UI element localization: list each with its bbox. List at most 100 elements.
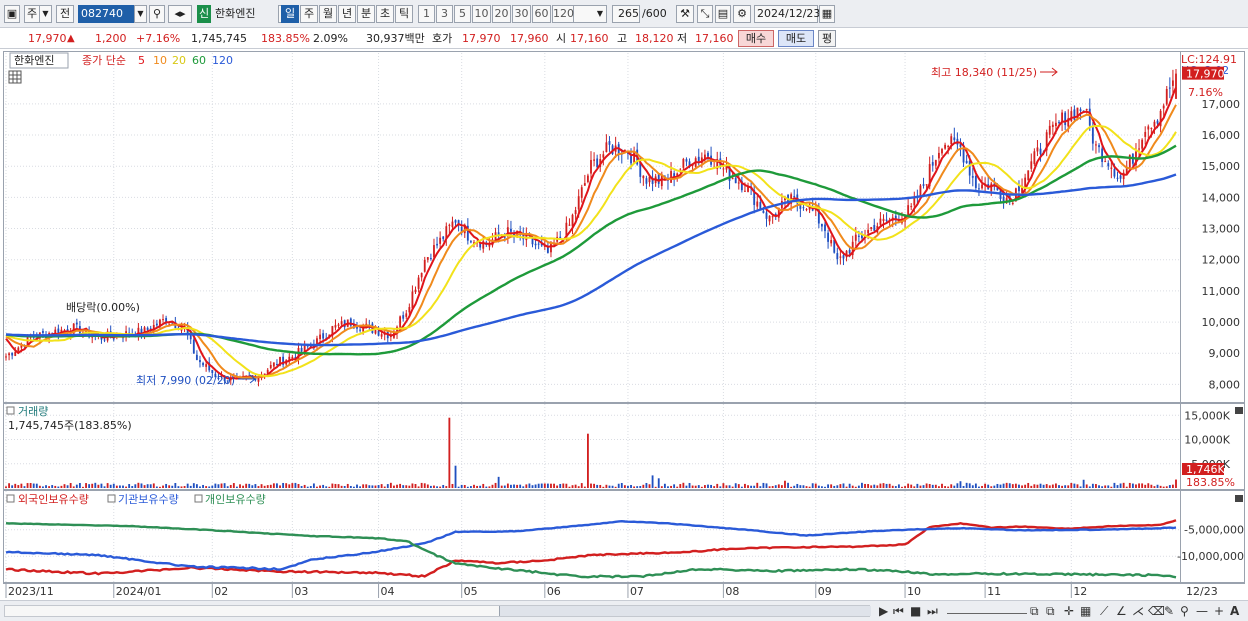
period-button[interactable]: 틱	[395, 5, 413, 23]
period-button[interactable]: 일	[281, 5, 299, 23]
volume-bar	[423, 483, 426, 488]
volume-panel-icon[interactable]	[6, 406, 15, 415]
volume-bar	[1141, 483, 1144, 488]
scroll-bar[interactable]: ▶ ⏮ ■ ⏭ ⧉ ⧉ ✛ ▦ ⟋ ∠ ⋌ ⌫ ✎ ⚲ — + A	[0, 600, 1248, 621]
ma-legend-10: 10	[153, 54, 167, 67]
volume-panel[interactable]	[3, 403, 1245, 490]
interval-button[interactable]: 5	[454, 5, 471, 23]
legend-individual-icon[interactable]	[194, 494, 203, 503]
volume-bar	[14, 483, 17, 488]
interval-button[interactable]: 1	[418, 5, 435, 23]
candle-body	[1033, 151, 1036, 165]
grid-icon[interactable]: ▦	[1080, 604, 1091, 619]
tools-icon[interactable]: ⚒	[676, 5, 694, 23]
table-icon[interactable]	[8, 70, 22, 84]
period-button[interactable]: 년	[338, 5, 356, 23]
interval-button[interactable]: 20	[492, 5, 511, 23]
volume-bar	[559, 483, 562, 488]
volume-bar	[23, 486, 26, 488]
search-icon[interactable]: ⚲	[149, 5, 165, 23]
candle-body	[202, 362, 204, 366]
volume-panel-menu-icon[interactable]	[1235, 407, 1243, 414]
period-count-dropdown[interactable]: ▼	[571, 5, 607, 23]
period-button[interactable]: 분	[357, 5, 375, 23]
count-input[interactable]: 265	[612, 5, 640, 23]
interval-button[interactable]: 120	[552, 5, 574, 23]
sell-button[interactable]: 매도	[778, 30, 814, 47]
font-size-icon[interactable]: A	[1230, 604, 1239, 619]
last-pct-tag: 7.16%	[1188, 86, 1223, 99]
candle-body	[272, 362, 275, 367]
interval-button[interactable]: 3	[436, 5, 453, 23]
prev-button[interactable]: 전	[56, 5, 74, 23]
candle-body	[971, 176, 974, 178]
volume-bar	[894, 486, 897, 488]
magnify-icon[interactable]: ⚲	[1180, 604, 1189, 619]
volume-bar	[864, 483, 866, 488]
holding-panel-icon[interactable]	[6, 494, 15, 503]
speaker-icon[interactable]: ◂▸	[168, 5, 192, 23]
volume-bar	[543, 483, 546, 488]
interval-button[interactable]: 30	[512, 5, 531, 23]
volume-bar	[82, 486, 84, 488]
scroll-track[interactable]	[4, 605, 871, 617]
calendar-icon[interactable]: ▦	[819, 5, 835, 23]
volume-bar	[876, 485, 879, 488]
stock-code-input[interactable]: 082740	[78, 5, 134, 23]
avg-button[interactable]: 평	[818, 30, 836, 47]
date-input[interactable]: 2024/12/23	[754, 5, 820, 23]
volume-bar	[614, 486, 617, 488]
chart-canvas[interactable]: 8,000 9,000 10,000 11,000 12,000 13,000 14,000…	[0, 50, 1248, 600]
last-page-icon[interactable]: ⏭	[927, 604, 938, 619]
first-page-icon[interactable]: ⏮	[893, 604, 904, 619]
period-button[interactable]: 초	[376, 5, 394, 23]
gear-icon[interactable]: ⚙	[733, 5, 751, 23]
duplicate-icon[interactable]: ⧉	[1046, 604, 1055, 619]
candle-body	[978, 188, 980, 190]
candle-body	[605, 142, 608, 152]
stop-icon[interactable]: ■	[910, 604, 921, 619]
crosshair-icon[interactable]: ✛	[1064, 604, 1074, 619]
type-dropdown-icon[interactable]: ▼	[40, 5, 52, 23]
save-icon[interactable]: ▤	[715, 5, 731, 23]
date-label: 02	[214, 585, 228, 598]
period-button[interactable]: 주	[300, 5, 318, 23]
volume-bar	[479, 485, 482, 488]
volume-bar	[334, 483, 337, 488]
volume-bar	[349, 485, 352, 488]
draw-icon[interactable]: ✎	[1164, 604, 1174, 619]
fan-icon[interactable]: ⋌	[1132, 604, 1144, 619]
candle-body	[192, 339, 195, 354]
copy-icon[interactable]: ⧉	[1030, 604, 1039, 619]
volume-bar	[1030, 485, 1033, 488]
volume-bar	[35, 483, 38, 488]
scroll-thumb[interactable]	[499, 606, 871, 616]
legend-institution-icon[interactable]	[107, 494, 116, 503]
period-button[interactable]: 월	[319, 5, 337, 23]
interval-button[interactable]: 10	[472, 5, 491, 23]
zoom-slider[interactable]	[947, 604, 1027, 614]
holding-panel-menu-icon[interactable]	[1235, 495, 1243, 502]
current-price: 17,970	[28, 32, 67, 45]
volume-bar	[670, 485, 672, 488]
trend-line-icon[interactable]: ⟋	[1100, 604, 1108, 619]
volume-bar	[242, 485, 245, 488]
volume-bar	[642, 484, 645, 488]
buy-button[interactable]: 매수	[738, 30, 774, 47]
volume-bar	[202, 484, 204, 488]
zoom-icon[interactable]: ⤡	[697, 5, 713, 23]
layout-icon[interactable]: ▣	[4, 5, 20, 23]
plus-icon[interactable]: +	[1214, 604, 1224, 619]
candle-body	[802, 207, 805, 209]
type-select[interactable]: 주	[24, 5, 40, 23]
low-label: 저	[677, 32, 688, 45]
scroll-right-icon[interactable]: ▶	[879, 604, 888, 619]
minus-icon[interactable]: —	[1196, 604, 1208, 619]
volume-bar	[941, 483, 943, 488]
erase-icon[interactable]: ⌫	[1148, 604, 1165, 619]
interval-button[interactable]: 60	[532, 5, 551, 23]
code-dropdown-icon[interactable]: ▼	[134, 5, 147, 23]
candle-body	[1171, 80, 1174, 86]
candle-body	[580, 187, 583, 198]
angle-icon[interactable]: ∠	[1116, 604, 1127, 619]
